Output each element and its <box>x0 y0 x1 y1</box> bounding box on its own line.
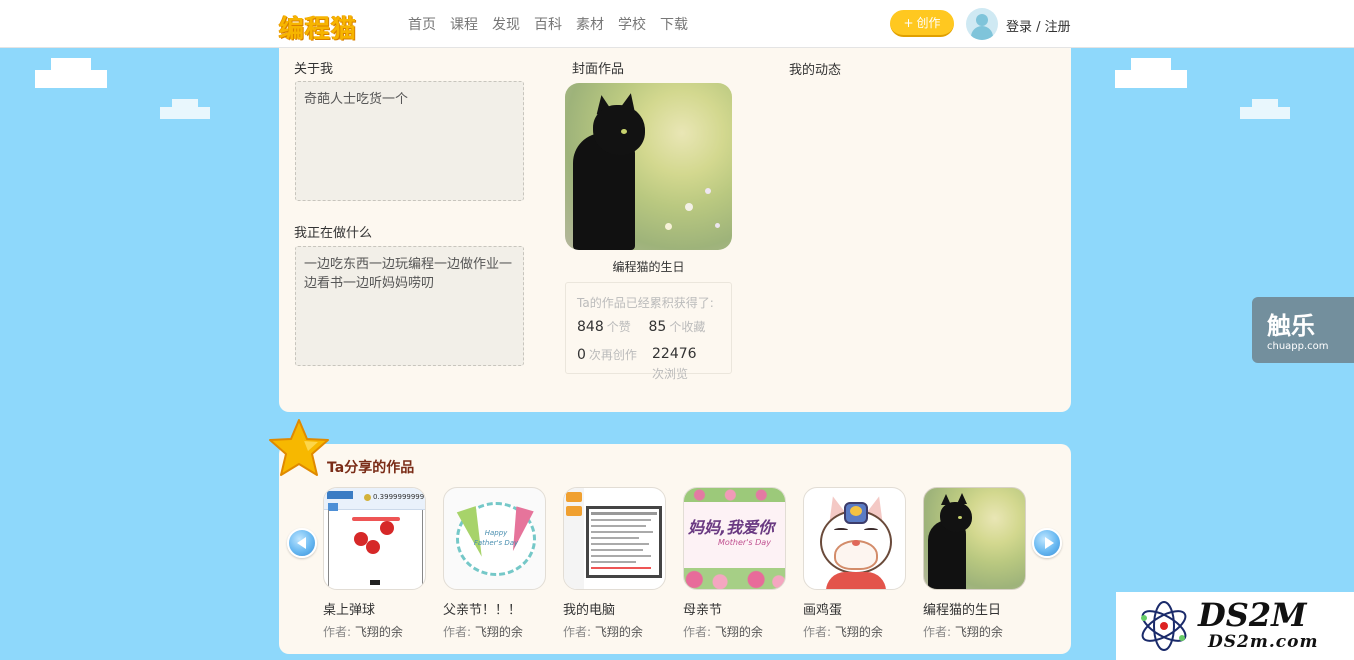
nav-item-discover[interactable]: 发现 <box>492 14 520 34</box>
login-register-link[interactable]: 登录 / 注册 <box>1006 16 1071 35</box>
work-thumbnail[interactable] <box>803 487 906 590</box>
about-me-text: 奇葩人士吃货一个 <box>295 81 524 201</box>
work-card[interactable]: 画鸡蛋 作者: 飞翔的余 <box>803 487 906 640</box>
work-thumbnail[interactable]: 妈妈,我爱你 Mother's Day <box>683 487 786 590</box>
pixel-cloud <box>1115 58 1187 88</box>
nav-item-home[interactable]: 首页 <box>408 14 436 34</box>
nav-item-courses[interactable]: 课程 <box>450 14 478 34</box>
pixel-cloud <box>1240 99 1290 119</box>
atom-logo-icon <box>1141 601 1187 651</box>
create-button[interactable]: + 创作 <box>890 10 954 37</box>
carousel-next-button[interactable] <box>1032 528 1062 558</box>
doing-text: 一边吃东西一边玩编程一边做作业一边看书一边听妈妈唠叨 <box>295 246 524 366</box>
work-thumbnail[interactable] <box>923 487 1026 590</box>
work-title[interactable]: 画鸡蛋 <box>803 599 906 618</box>
cover-work-label: 封面作品 <box>572 62 625 77</box>
work-author: 作者: 飞翔的余 <box>803 625 883 639</box>
carousel-prev-button[interactable] <box>287 528 317 558</box>
nav-item-download[interactable]: 下载 <box>660 14 688 34</box>
cover-work-caption[interactable]: 编程猫的生日 <box>565 258 732 275</box>
work-author: 作者: 飞翔的余 <box>443 625 523 639</box>
nav-item-assets[interactable]: 素材 <box>576 14 604 34</box>
doing-label: 我正在做什么 <box>294 226 373 241</box>
user-avatar-icon[interactable] <box>966 8 998 40</box>
work-card[interactable]: Happy Father's Day 父亲节！！！ 作者: 飞翔的余 <box>443 487 546 640</box>
stat-remixes: 0 次再创作 <box>577 347 637 363</box>
chuapp-watermark: 触乐 chuapp.com <box>1252 297 1354 363</box>
work-card[interactable]: 妈妈,我爱你 Mother's Day 母亲节 作者: 飞翔的余 <box>683 487 786 640</box>
work-title[interactable]: 父亲节！！！ <box>443 599 546 618</box>
stat-likes: 848 个赞 <box>577 319 631 335</box>
work-card[interactable]: 编程猫的生日 作者: 飞翔的余 <box>923 487 1026 640</box>
pinball-score: 0.3999999999 <box>373 493 425 501</box>
work-title[interactable]: 母亲节 <box>683 599 786 618</box>
work-author: 作者: 飞翔的余 <box>563 625 643 639</box>
about-me-label: 关于我 <box>294 62 334 77</box>
work-thumbnail[interactable]: 0.3999999999 <box>323 487 426 590</box>
shared-works-title: Ta分享的作品 <box>327 460 415 476</box>
pixel-cloud <box>160 99 210 119</box>
stats-box: Ta的作品已经累积获得了: 848 个赞 85 个收藏 0 次再创作 22476… <box>565 282 732 381</box>
profile-card: 关于我 奇葩人士吃货一个 我正在做什么 一边吃东西一边玩编程一边做作业一边看书一… <box>279 48 1071 412</box>
stats-title: Ta的作品已经累积获得了: <box>577 296 714 310</box>
stat-favorites: 85 个收藏 <box>648 319 706 335</box>
cover-work-image[interactable] <box>565 83 732 250</box>
fathers-day-text: Happy Father's Day <box>473 529 519 547</box>
site-logo[interactable]: 编程猫 <box>279 9 357 45</box>
top-header: 编程猫 首页 课程 发现 百科 素材 学校 下载 + 创作 登录 / 注册 <box>0 0 1354 48</box>
create-button-label: 创作 <box>916 16 941 30</box>
mothers-day-text: 妈妈,我爱你 <box>688 518 775 537</box>
pixel-cloud <box>35 58 107 88</box>
star-icon <box>269 419 329 476</box>
work-title[interactable]: 桌上弹球 <box>323 599 426 618</box>
work-card[interactable]: 0.3999999999 桌上弹球 作者: 飞翔的余 <box>323 487 426 640</box>
plus-icon: + <box>903 15 914 30</box>
work-card[interactable]: 我的电脑 作者: 飞翔的余 <box>563 487 666 640</box>
work-thumbnail[interactable] <box>563 487 666 590</box>
my-activity-label: 我的动态 <box>789 63 842 78</box>
nav-item-school[interactable]: 学校 <box>618 14 646 34</box>
ds2m-watermark: DS2M DS2m.com <box>1116 592 1354 660</box>
work-title[interactable]: 编程猫的生日 <box>923 599 1026 618</box>
work-author: 作者: 飞翔的余 <box>923 625 1003 639</box>
nav-item-wiki[interactable]: 百科 <box>534 14 562 34</box>
work-title[interactable]: 我的电脑 <box>563 599 666 618</box>
mothers-day-subtext: Mother's Day <box>718 538 771 547</box>
work-author: 作者: 飞翔的余 <box>683 625 763 639</box>
work-thumbnail[interactable]: Happy Father's Day <box>443 487 546 590</box>
main-nav: 首页 课程 发现 百科 素材 学校 下载 <box>408 14 688 34</box>
work-author: 作者: 飞翔的余 <box>323 625 403 639</box>
stat-views: 22476 次浏览 <box>652 346 697 381</box>
